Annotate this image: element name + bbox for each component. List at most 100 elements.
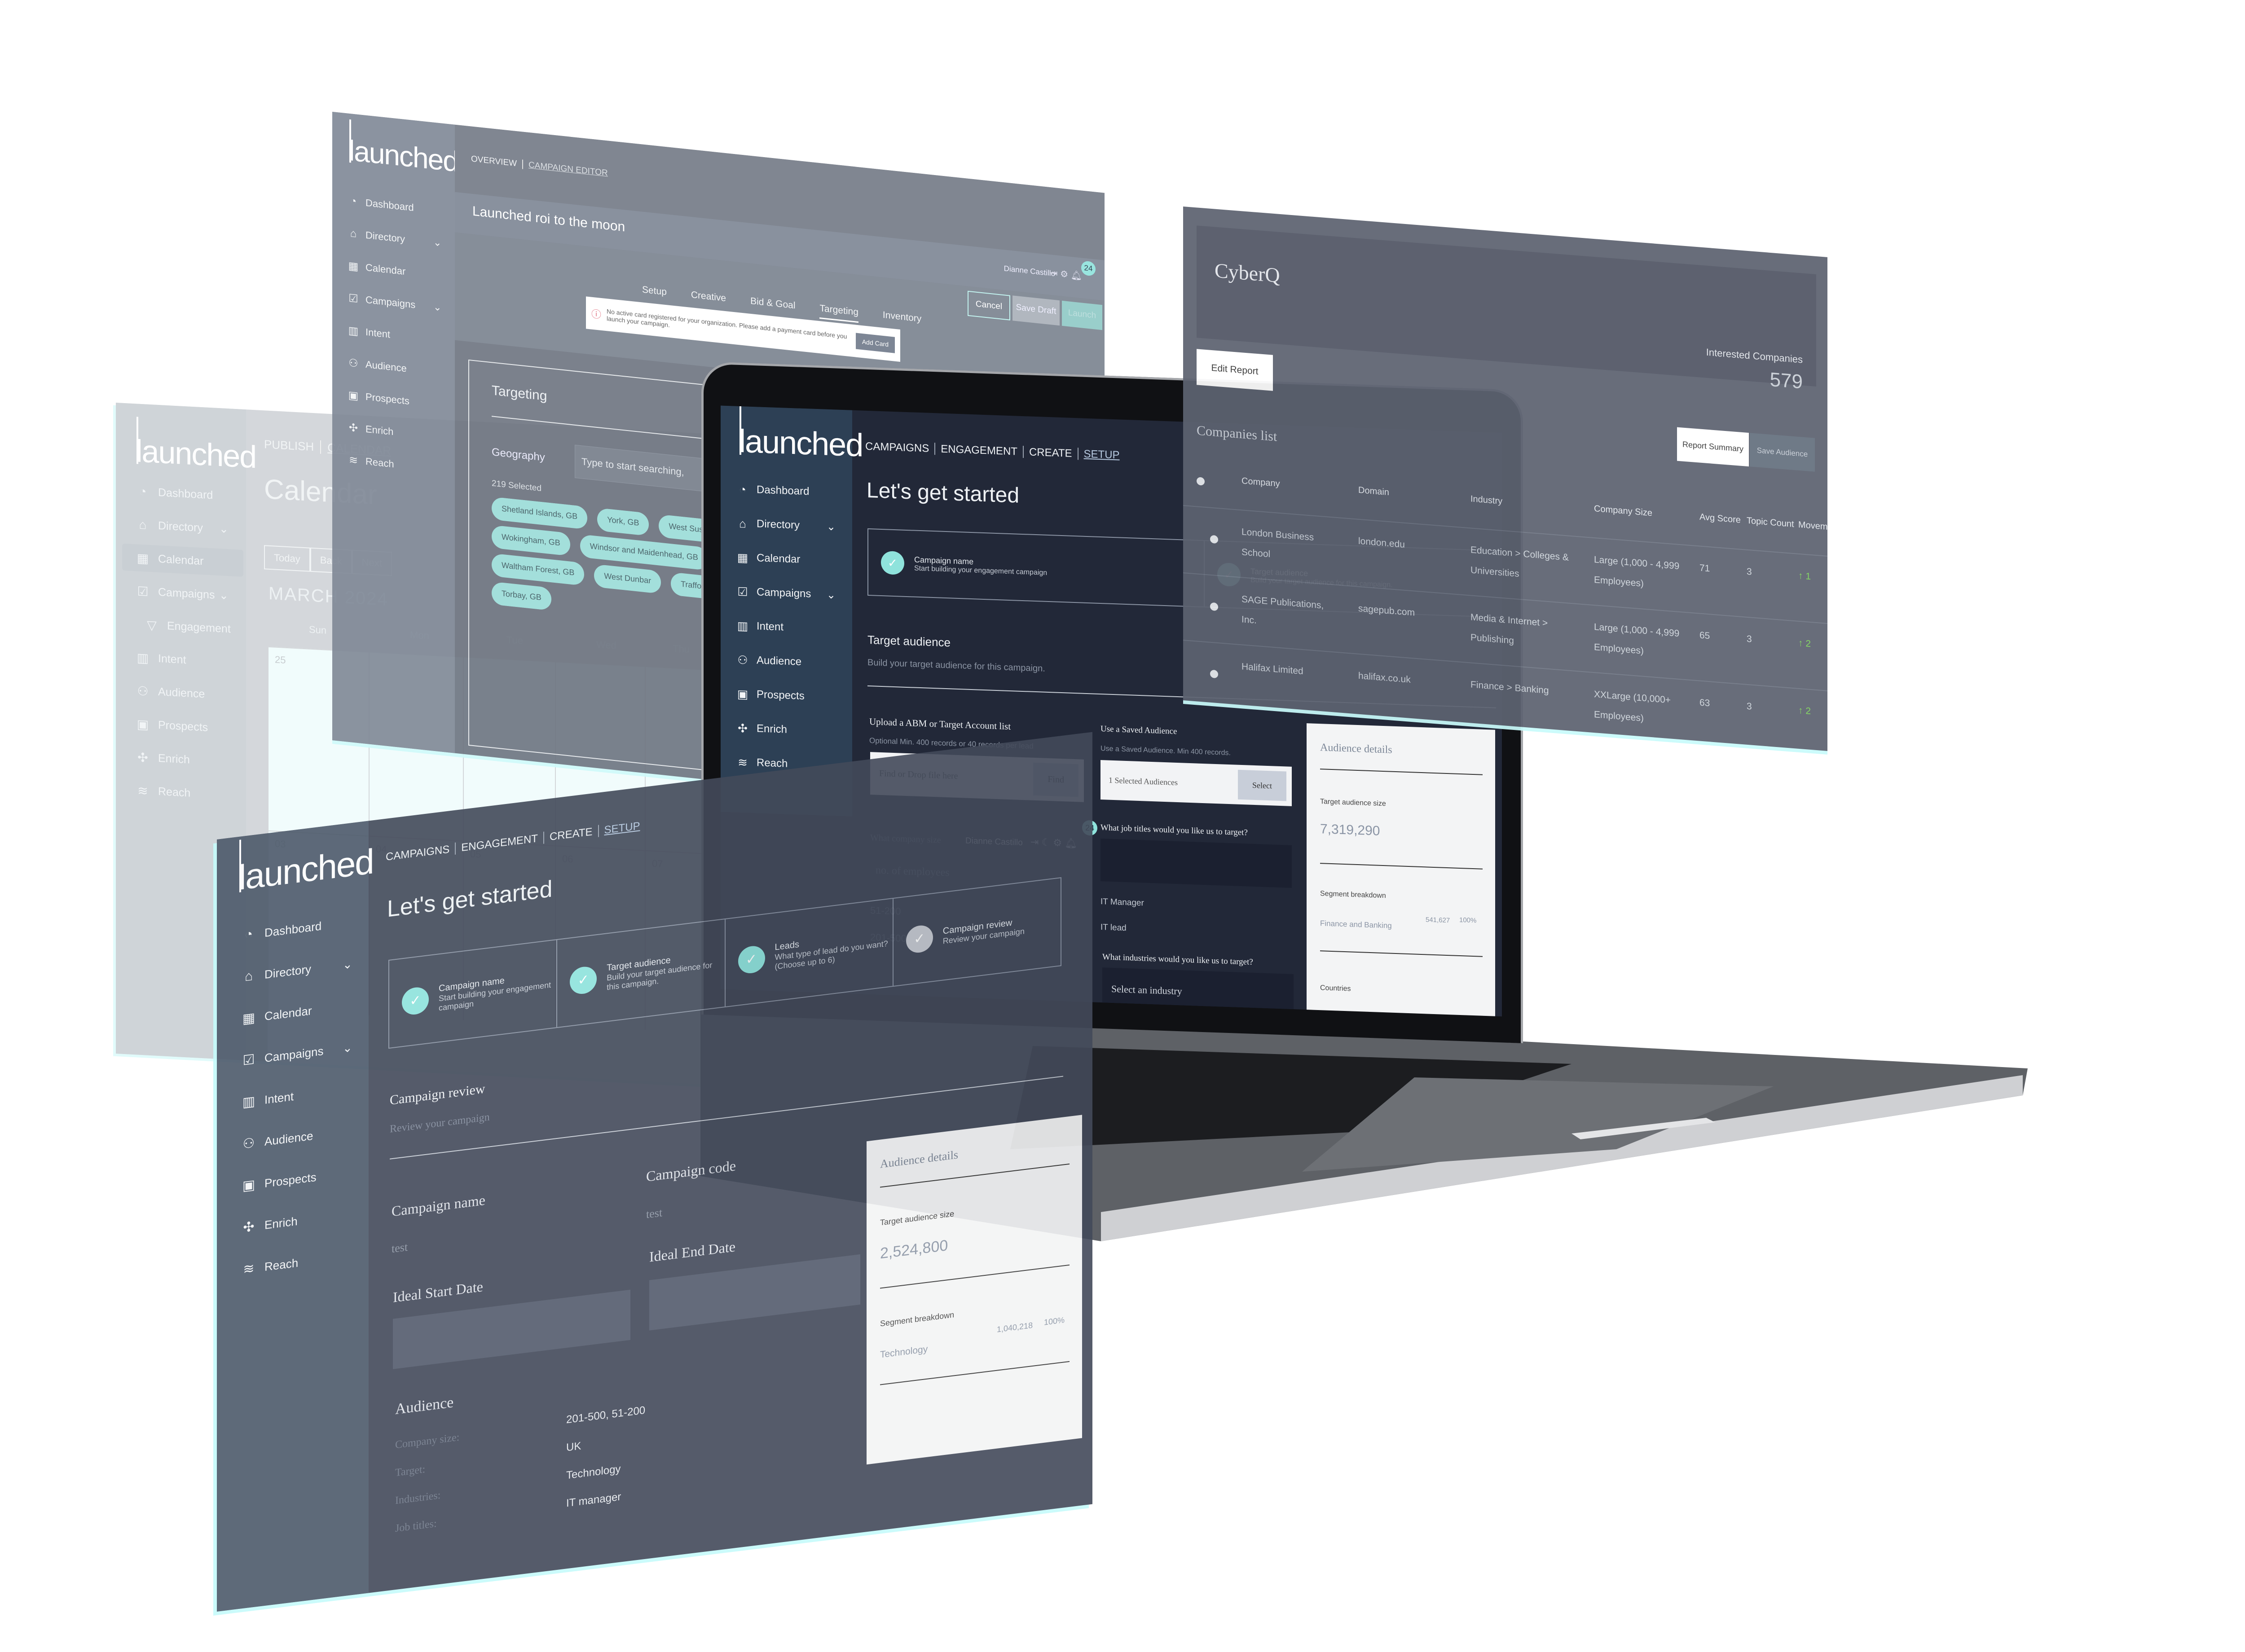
cell-company: London Business School	[1241, 527, 1314, 560]
sidebar-item-label: Directory	[264, 962, 312, 981]
companies-list-title: Companies list	[1197, 423, 1277, 444]
step-text: Campaign name Start building your engagem…	[439, 969, 556, 1013]
cell-topic-count: 3	[1747, 701, 1752, 712]
directory-icon: ⌂	[244, 968, 253, 984]
sidebar-item-label: Dashboard	[264, 918, 322, 940]
intent-icon: ▥	[737, 619, 748, 633]
intent-icon: ▥	[242, 1094, 255, 1110]
sidebar-item-label: Campaigns	[264, 1044, 324, 1065]
notification-badge[interactable]: 24	[1082, 820, 1097, 836]
check-icon: ✓	[738, 945, 765, 975]
reach-icon: ≋	[243, 1261, 255, 1277]
section-title: Target audience	[867, 633, 951, 650]
cell-topic-count: 3	[1747, 633, 1752, 645]
select-button[interactable]: Select	[1238, 769, 1286, 801]
enrich-icon: ✣	[738, 721, 748, 735]
industry-select[interactable]: Select an industry	[1102, 967, 1294, 1017]
sidebar-item-enrich[interactable]: ✣ Enrich	[721, 715, 846, 745]
company-size-question: What company size	[870, 833, 941, 845]
check-icon: ✓	[570, 965, 597, 996]
sidebar-item-directory[interactable]: ⌂ Directory ⌄	[721, 510, 846, 540]
sidebar-item-audience[interactable]: ⚇ Audience	[721, 647, 846, 677]
sidebar-item-label: Intent	[757, 620, 784, 633]
sidebar-item-campaigns[interactable]: ☑ Campaigns ⌄	[721, 579, 846, 608]
tab-setup[interactable]: SETUP	[1077, 448, 1125, 461]
tab-campaigns[interactable]: CAMPAIGNS	[865, 440, 934, 455]
audience-icon: ⚇	[737, 653, 748, 667]
segment-percent: 100%	[1459, 916, 1477, 925]
user-name[interactable]: Dianne Castillo	[965, 836, 1023, 848]
report-summary-button[interactable]: Report Summary	[1677, 427, 1749, 467]
row-radio[interactable]	[1210, 602, 1218, 611]
row-radio[interactable]	[1210, 535, 1218, 544]
sidebar-item-label: Enrich	[264, 1214, 298, 1232]
upload-title: Upload a ABM or Target Account list	[869, 716, 1011, 732]
column-header: Company	[1241, 476, 1280, 489]
edit-report-button[interactable]: Edit Report	[1197, 349, 1273, 391]
column-header: Movement	[1798, 519, 1827, 533]
tab-engagement[interactable]: ENGAGEMENT	[934, 443, 1023, 458]
file-upload-input[interactable]: Find or Drop file here Find	[870, 752, 1084, 802]
select-all-radio[interactable]	[1197, 477, 1205, 486]
moon-icon[interactable]: ☾	[1042, 836, 1051, 848]
job-titles-input[interactable]	[1100, 839, 1292, 888]
chevron-down-icon[interactable]: ⌄	[827, 520, 836, 533]
cell-size: Large (1,000 - 4,999 Employees)	[1594, 554, 1680, 589]
cell-company: SAGE Publications, Inc.	[1241, 594, 1324, 626]
save-audience-button[interactable]: Save Audience	[1750, 433, 1815, 472]
sidebar-item-calendar[interactable]: ▦ Calendar	[721, 545, 846, 574]
logout-icon[interactable]: ⇥	[1030, 836, 1039, 848]
job-option[interactable]: IT lead	[1100, 923, 1127, 933]
sidebar-item-dashboard[interactable]: ◔ Dashboard	[721, 476, 846, 506]
segment-name: Finance and Banking	[1320, 919, 1392, 930]
cell-size: Large (1,000 - 4,999 Employees)	[1594, 622, 1680, 656]
column-header: Industry	[1470, 494, 1503, 506]
sidebar-item-label: Dashboard	[757, 483, 810, 498]
step-text: Target audienceBuild your target audienc…	[607, 949, 724, 992]
sidebar-item-label: Calendar	[264, 1003, 312, 1023]
directory-icon: ⌂	[739, 516, 746, 530]
step-text: Campaign name Start building your engagem…	[914, 555, 1047, 577]
campaigns-icon: ☑	[737, 584, 748, 599]
pending-step-icon: ✓	[906, 924, 933, 954]
dashboard-icon: ◔	[739, 482, 746, 496]
audience-icon: ⚇	[242, 1135, 255, 1152]
cell-avg-score: 65	[1699, 630, 1710, 641]
find-button[interactable]: Find	[1033, 763, 1078, 797]
sidebar: launched ◔ Dashboard ⌂ Directory ⌄ ▦ Calendar ☑…	[721, 405, 863, 817]
enrich-icon: ✣	[243, 1219, 255, 1235]
row-radio[interactable]	[1210, 669, 1218, 679]
settings-icon[interactable]: ⚙	[1053, 837, 1062, 848]
tab-create[interactable]: CREATE	[1022, 446, 1078, 460]
sidebar-item-reach[interactable]: ≋ Reach	[721, 749, 846, 779]
sidebar-item-label: Reach	[264, 1256, 299, 1274]
cell-movement: ↑ 2	[1798, 705, 1811, 717]
cell-industry: Finance > Banking	[1470, 679, 1549, 696]
column-header: Domain	[1358, 485, 1389, 498]
cell-avg-score: 63	[1699, 697, 1710, 709]
saved-audience-select[interactable]: 1 Selected Audiences Select	[1100, 760, 1292, 806]
employees-input[interactable]: no. of employees	[876, 865, 950, 879]
bell-icon[interactable]: 🔔︎	[1065, 837, 1077, 849]
chevron-down-icon[interactable]: ⌄	[343, 1040, 352, 1055]
saved-audience-subtitle: Use a Saved Audience. Min 400 records.	[1100, 745, 1231, 757]
stepper-step[interactable]: ✓ Campaign name Start building your engage…	[868, 529, 1205, 607]
segment-count: 541,627	[1426, 916, 1450, 925]
job-option[interactable]: IT Manager	[1100, 897, 1144, 908]
sidebar-item-label: Directory	[757, 518, 800, 532]
cell-topic-count: 3	[1747, 566, 1752, 577]
campaign-name-value: test	[392, 1240, 408, 1256]
sidebar-item-intent[interactable]: ▥ Intent	[721, 613, 846, 642]
saved-audience-title: Use a Saved Audience	[1100, 724, 1177, 736]
calendar-icon: ▦	[737, 550, 748, 565]
audience-details-title: Audience details	[1320, 742, 1392, 756]
sidebar-item-label: Reach	[757, 756, 788, 770]
breadcrumb: CAMPAIGNS ENGAGEMENT CREATE SETUP	[865, 440, 1125, 462]
step-text: Leads What type of lead do you want? (Cho…	[775, 928, 893, 971]
chevron-down-icon[interactable]: ⌄	[827, 588, 836, 602]
sidebar-item-prospects[interactable]: ▣ Prospects	[721, 681, 846, 711]
sidebar-item-label: Prospects	[757, 688, 805, 703]
interested-companies-label: Interested Companies	[1706, 346, 1803, 365]
chevron-down-icon[interactable]: ⌄	[343, 957, 352, 972]
sidebar-item-label: Campaigns	[757, 586, 811, 600]
